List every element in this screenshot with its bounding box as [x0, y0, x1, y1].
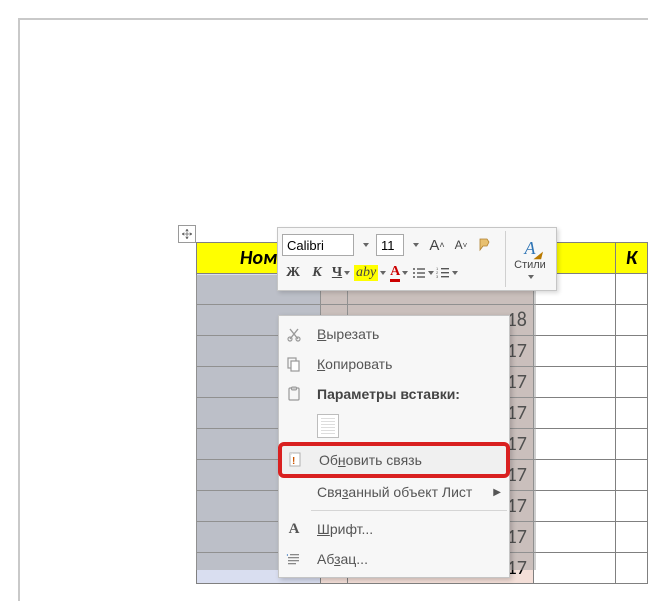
font-size-dropdown[interactable] — [406, 233, 424, 257]
italic-button[interactable]: К — [306, 261, 328, 285]
font-color-icon: A — [390, 265, 400, 282]
paste-options-header: Параметры вставки: — [279, 379, 509, 409]
font-name-dropdown[interactable] — [356, 233, 374, 257]
font-name-input[interactable] — [282, 234, 354, 256]
cut-menu-item[interactable]: Вырезать — [279, 319, 509, 349]
paste-keep-source-icon[interactable] — [317, 414, 339, 438]
font-a-icon: A — [279, 521, 309, 538]
svg-text:!: ! — [292, 456, 295, 467]
linked-object-label: анный объект Лист — [348, 484, 472, 500]
font-color-button[interactable]: A — [388, 261, 410, 285]
paragraph-label: ац... — [340, 551, 367, 567]
update-link-label: овить связь — [346, 452, 422, 468]
refresh-icon: ! — [281, 451, 311, 469]
copy-label: опировать — [325, 356, 392, 372]
cut-label: ырезать — [326, 326, 379, 342]
clipboard-icon — [279, 386, 309, 402]
bullets-button[interactable] — [412, 261, 434, 285]
scissors-icon — [279, 326, 309, 342]
update-link-menu-item[interactable]: ! Обновить связь — [281, 445, 507, 475]
underline-button[interactable]: Ч — [330, 261, 352, 285]
font-label: рифт... — [330, 521, 373, 537]
toolbar-separator — [505, 231, 506, 287]
paragraph-icon — [279, 551, 309, 567]
numbering-button[interactable]: 123 — [436, 261, 458, 285]
linked-object-menu-item[interactable]: Связанный объект Лист ▶ — [279, 477, 509, 507]
table-move-handle[interactable] — [178, 225, 196, 243]
highlight-icon: aby — [354, 265, 378, 281]
styles-icon: A◢ — [525, 238, 536, 259]
font-size-input[interactable] — [376, 234, 404, 256]
highlight-color-button[interactable]: aby — [354, 261, 386, 285]
paragraph-menu-item[interactable]: Абзац... — [279, 544, 509, 574]
context-menu: Вырезать Копировать Параметры вставки: !… — [278, 315, 510, 578]
bold-button[interactable]: Ж — [282, 261, 304, 285]
format-painter-button[interactable] — [474, 233, 496, 257]
copy-menu-item[interactable]: Копировать — [279, 349, 509, 379]
styles-button[interactable]: A◢ Стили — [508, 231, 552, 283]
font-menu-item[interactable]: A Шрифт... — [279, 514, 509, 544]
menu-separator — [311, 510, 507, 511]
svg-text:3: 3 — [436, 274, 439, 279]
submenu-arrow-icon: ▶ — [493, 487, 501, 498]
column-header-e[interactable]: К — [616, 243, 648, 274]
grow-font-button[interactable]: A˄ — [426, 233, 448, 257]
mini-toolbar: A˄ A˅ Ж К Ч aby A 123 A◢ — [277, 227, 557, 291]
shrink-font-button[interactable]: A˅ — [450, 233, 472, 257]
paste-option-item[interactable] — [279, 409, 509, 443]
copy-icon — [279, 356, 309, 372]
